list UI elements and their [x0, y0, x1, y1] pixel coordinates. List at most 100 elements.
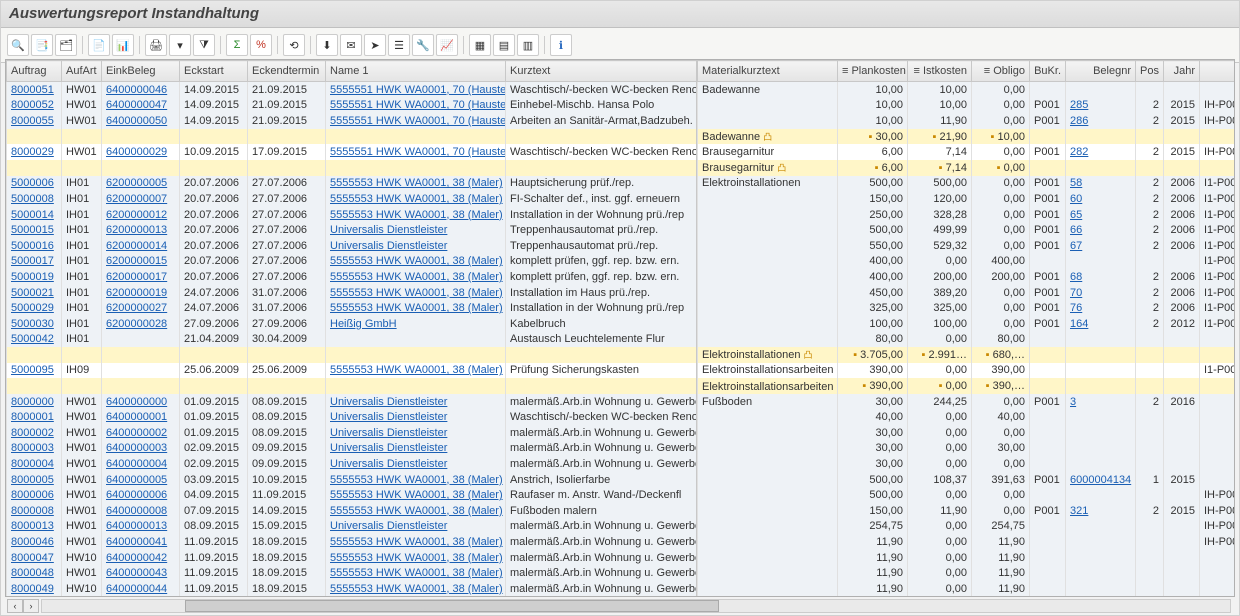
table-row[interactable]: 150,00120,000,00P0016022006I1-P001 — [698, 191, 1235, 207]
table-row[interactable]: 250,00328,280,00P0016522006I1-P001 — [698, 207, 1235, 223]
table-row[interactable]: 500,00499,990,00P0016622006I1-P001 — [698, 222, 1235, 238]
table-row[interactable]: 11,900,0011,90IH-P001-9- — [698, 534, 1235, 550]
cell[interactable]: 5000021 — [7, 285, 62, 301]
table-row[interactable]: Elektroinstallationsarbeiten390,000,0039… — [698, 363, 1235, 379]
cell[interactable]: 67 — [1066, 238, 1136, 254]
cell[interactable]: 8000048 — [7, 565, 62, 581]
cell[interactable]: 5000017 — [7, 254, 62, 270]
cell[interactable]: 6000004134 — [1066, 472, 1136, 488]
table-row[interactable]: 100,00100,000,00P00116422012I1-P001 — [698, 316, 1235, 332]
col-header[interactable]: Eckstart — [180, 61, 248, 82]
cell[interactable]: 6200000013 — [102, 222, 180, 238]
cell[interactable]: Universalis Dienstleister — [326, 409, 506, 425]
table-row[interactable]: 5000019IH01620000001720.07.200627.07.200… — [7, 269, 698, 285]
cell[interactable]: 282 — [1066, 144, 1136, 160]
scroll-right-button[interactable]: › — [23, 599, 39, 613]
cell[interactable]: 6200000017 — [102, 269, 180, 285]
info-icon[interactable]: ℹ — [550, 34, 572, 56]
col-header[interactable]: ≡ Obligo — [972, 61, 1030, 82]
cell[interactable]: 5000015 — [7, 222, 62, 238]
cell[interactable]: 5555551 HWK WA0001, 70 (Haustech.) — [326, 82, 506, 98]
grid2-icon[interactable]: ▤ — [493, 34, 515, 56]
cell[interactable]: 6400000008 — [102, 503, 180, 519]
table-row[interactable] — [7, 129, 698, 145]
cell[interactable]: 5000008 — [7, 191, 62, 207]
col-header[interactable]: Belegnr — [1066, 61, 1136, 82]
table-row[interactable]: 8000055HW01640000005014.09.201521.09.201… — [7, 113, 698, 129]
cell[interactable]: Universalis Dienstleister — [326, 519, 506, 535]
columns-icon[interactable]: ☰ — [388, 34, 410, 56]
cell[interactable]: 321 — [1066, 503, 1136, 519]
table-row[interactable]: 5000006IH01620000000520.07.200627.07.200… — [7, 176, 698, 192]
table-row[interactable]: 150,0011,900,00P00132122015IH-P001-1- — [698, 503, 1235, 519]
cell[interactable]: 8000055 — [7, 113, 62, 129]
table-row[interactable]: 8000005HW01640000000503.09.201510.09.201… — [7, 472, 698, 488]
table-row[interactable]: 5000015IH01620000001320.07.200627.07.200… — [7, 222, 698, 238]
send-icon[interactable]: ✉ — [340, 34, 362, 56]
table-row[interactable]: 8000001HW01640000000101.09.201508.09.201… — [7, 409, 698, 425]
table-row[interactable]: Brausegarnitur6,007,140,00P00128222015IH… — [698, 144, 1235, 160]
cell[interactable]: 5000029 — [7, 300, 62, 316]
cell[interactable]: 5555553 HWK WA0001, 38 (Maler) — [326, 207, 506, 223]
cell[interactable]: 6200000028 — [102, 316, 180, 332]
table-row[interactable]: 5000042IH0121.04.200930.04.2009Austausch… — [7, 332, 698, 348]
table-row[interactable]: 10,0011,900,00P00128622015IH-P001-9- — [698, 113, 1235, 129]
cell[interactable]: 6400000050 — [102, 113, 180, 129]
table-row[interactable]: 400,000,00400,00I1-P001 — [698, 254, 1235, 270]
table-row[interactable]: Elektroinstallationen500,00500,000,00P00… — [698, 176, 1235, 192]
table-row[interactable]: Badewanne 凸▪ 30,00▪ 21,90▪ 10,00 — [698, 129, 1235, 145]
cell[interactable]: 6200000019 — [102, 285, 180, 301]
cell[interactable]: 6400000029 — [102, 144, 180, 160]
table-row[interactable] — [7, 378, 698, 394]
cell[interactable]: 5555553 HWK WA0001, 38 (Maler) — [326, 581, 506, 596]
table-row[interactable]: 8000048HW01640000004311.09.201518.09.201… — [7, 565, 698, 581]
cell[interactable]: 6400000044 — [102, 581, 180, 596]
cell[interactable]: 8000002 — [7, 425, 62, 441]
table-row[interactable]: 500,000,000,00IH-P001-1- — [698, 487, 1235, 503]
tool-icon[interactable]: 🔧 — [412, 34, 434, 56]
cell[interactable]: 5000019 — [7, 269, 62, 285]
cell[interactable]: 6200000027 — [102, 300, 180, 316]
cell[interactable]: 6400000047 — [102, 98, 180, 114]
cell[interactable]: 286 — [1066, 113, 1136, 129]
cell[interactable]: 6400000002 — [102, 425, 180, 441]
grid3-icon[interactable]: ▥ — [517, 34, 539, 56]
cell[interactable]: 5555551 HWK WA0001, 70 (Haustech.) — [326, 144, 506, 160]
table-row[interactable]: 8000029HW01640000002910.09.201517.09.201… — [7, 144, 698, 160]
filter-icon[interactable]: ▾ — [169, 34, 191, 56]
cell[interactable]: 6400000003 — [102, 441, 180, 457]
sigma-green-icon[interactable]: Σ — [226, 34, 248, 56]
table-row[interactable]: 30,000,000,00 — [698, 456, 1235, 472]
scroll-thumb[interactable] — [185, 600, 720, 612]
col-header[interactable]: Kurztext — [506, 61, 698, 82]
cell[interactable]: 5555553 HWK WA0001, 38 (Maler) — [326, 300, 506, 316]
col-header[interactable]: ≡ Istkosten — [908, 61, 972, 82]
table-row[interactable]: 8000006HW01640000000604.09.201511.09.201… — [7, 487, 698, 503]
cell[interactable]: 8000051 — [7, 82, 62, 98]
cell[interactable]: 5555553 HWK WA0001, 38 (Maler) — [326, 487, 506, 503]
cell[interactable]: 5555553 HWK WA0001, 38 (Maler) — [326, 565, 506, 581]
table-row[interactable]: 30,000,000,00 — [698, 425, 1235, 441]
table-row[interactable]: Elektroinstallationen 凸▪ 3.705,00▪ 2.991… — [698, 347, 1235, 363]
col-header[interactable] — [1200, 61, 1235, 82]
cell[interactable]: 5000016 — [7, 238, 62, 254]
cell[interactable]: 5555551 HWK WA0001, 70 (Haustech.) — [326, 113, 506, 129]
cell[interactable]: 5555553 HWK WA0001, 38 (Maler) — [326, 176, 506, 192]
table-row[interactable]: 11,900,0011,90 — [698, 565, 1235, 581]
cell[interactable]: 8000013 — [7, 519, 62, 535]
cell[interactable]: 8000052 — [7, 98, 62, 114]
cell[interactable]: Universalis Dienstleister — [326, 238, 506, 254]
sigma-red-icon[interactable]: % — [250, 34, 272, 56]
cell[interactable]: 68 — [1066, 269, 1136, 285]
table-row[interactable]: 8000052HW01640000004714.09.201521.09.201… — [7, 98, 698, 114]
cell[interactable]: 8000046 — [7, 534, 62, 550]
table-row[interactable]: 5000017IH01620000001520.07.200627.07.200… — [7, 254, 698, 270]
cell[interactable]: 8000004 — [7, 456, 62, 472]
table-row[interactable]: 11,900,0011,90 — [698, 550, 1235, 566]
col-header[interactable]: EinkBeleg — [102, 61, 180, 82]
cell[interactable]: 5555553 HWK WA0001, 38 (Maler) — [326, 285, 506, 301]
table-row[interactable]: Brausegarnitur 凸▪ 6,00▪ 7,14▪ 0,00 — [698, 160, 1235, 176]
print-icon[interactable]: 🖨 — [145, 34, 167, 56]
table-row[interactable]: 10,0010,000,00P00128522015IH-P001-9- — [698, 98, 1235, 114]
table-row[interactable]: Elektroinstallationsarbeiten 凸▪ 390,00▪ … — [698, 378, 1235, 394]
